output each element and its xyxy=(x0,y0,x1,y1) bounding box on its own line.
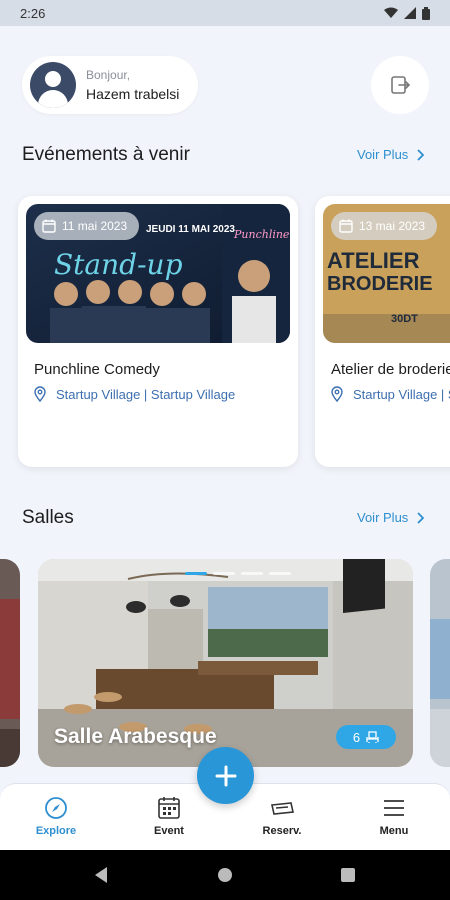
user-profile-pill[interactable]: Bonjour, Hazem trabelsi xyxy=(22,56,198,114)
room-card-partial[interactable] xyxy=(430,559,450,767)
event-location-text: Startup Village | Startup Village xyxy=(56,386,236,402)
svg-text:Punchline: Punchline xyxy=(233,228,290,241)
room-card[interactable]: Salle Arabesque 6 xyxy=(38,559,413,767)
event-date: 13 mai 2023 xyxy=(359,219,426,233)
status-time: 2:26 xyxy=(20,5,46,21)
status-icons xyxy=(384,6,430,20)
event-location: Startup Village | Startup Village xyxy=(331,386,450,402)
nav-item-menu[interactable]: Menu xyxy=(349,784,439,851)
add-button[interactable] xyxy=(197,747,254,804)
logout-button[interactable] xyxy=(371,56,429,114)
poster-text: ATELIER xyxy=(327,248,420,273)
battery-icon xyxy=(422,6,430,20)
chevron-right-icon xyxy=(417,148,425,161)
calendar-icon xyxy=(339,219,353,233)
wifi-icon xyxy=(384,7,398,18)
event-location: Startup Village | Startup Village xyxy=(34,386,235,402)
svg-text:BRODERIE: BRODERIE xyxy=(327,273,433,295)
room-card-partial[interactable] xyxy=(0,559,20,767)
avatar xyxy=(30,62,76,108)
events-section-title: Evénements à venir xyxy=(22,144,190,165)
rooms-section-title: Salles xyxy=(22,507,74,528)
compass-icon xyxy=(45,797,67,819)
recents-icon[interactable] xyxy=(341,868,355,882)
event-poster-image: ATELIER BRODERIE 30DT 13 mai 2023 xyxy=(323,204,450,343)
location-pin-icon xyxy=(34,386,46,402)
room-name: Salle Arabesque xyxy=(54,725,217,748)
plus-icon xyxy=(215,765,236,786)
see-more-label: Voir Plus xyxy=(357,510,409,525)
nav-item-reserv[interactable]: Reserv. xyxy=(237,784,327,851)
logout-icon xyxy=(391,76,411,94)
event-date: 11 mai 2023 xyxy=(62,219,128,233)
nav-item-event[interactable]: Event xyxy=(124,784,214,851)
capacity-count: 6 xyxy=(352,729,361,745)
capacity-badge: 6 xyxy=(336,725,396,749)
nav-label: Reserv. xyxy=(262,825,302,837)
calendar-icon xyxy=(42,219,56,233)
event-poster-image: Stand-up JEUDI 11 MAI 2023 Punchline 11 … xyxy=(26,204,290,343)
nav-item-explore[interactable]: Explore xyxy=(11,784,101,851)
carousel-dots xyxy=(185,572,291,575)
ticket-icon xyxy=(271,802,294,815)
event-location-text: Startup Village | Startup Village xyxy=(353,386,450,402)
event-card[interactable]: ATELIER BRODERIE 30DT 13 mai 2023 Atelie… xyxy=(315,196,450,467)
menu-icon xyxy=(384,800,404,816)
svg-text:JEUDI 11 MAI 2023: JEUDI 11 MAI 2023 xyxy=(146,224,235,235)
seat-icon xyxy=(366,730,379,743)
see-more-label: Voir Plus xyxy=(357,147,409,162)
status-bar: 2:26 xyxy=(0,0,450,26)
chevron-right-icon xyxy=(417,511,425,524)
nav-label: Event xyxy=(154,825,184,837)
event-card[interactable]: Stand-up JEUDI 11 MAI 2023 Punchline 11 … xyxy=(18,196,298,467)
event-title: Atelier de broderie xyxy=(331,361,450,378)
nav-label: Explore xyxy=(35,825,77,837)
location-pin-icon xyxy=(331,386,343,402)
rooms-see-more-link[interactable]: Voir Plus xyxy=(357,510,425,525)
greeting-text: Bonjour, xyxy=(86,68,131,82)
event-title: Punchline Comedy xyxy=(34,361,160,378)
back-icon[interactable] xyxy=(95,867,107,883)
poster-text: Stand-up xyxy=(54,248,183,281)
home-icon[interactable] xyxy=(218,868,232,882)
svg-text:30DT: 30DT xyxy=(391,313,418,325)
nav-label: Menu xyxy=(379,825,409,837)
calendar-icon xyxy=(158,797,180,819)
event-date-chip: 11 mai 2023 xyxy=(34,212,140,240)
system-navigation-bar xyxy=(0,850,450,900)
user-name: Hazem trabelsi xyxy=(86,86,180,102)
app-screen: Bonjour, Hazem trabelsi Evénements à ven… xyxy=(0,26,450,850)
events-see-more-link[interactable]: Voir Plus xyxy=(357,147,425,162)
signal-icon xyxy=(404,7,416,19)
event-date-chip: 13 mai 2023 xyxy=(331,212,438,240)
